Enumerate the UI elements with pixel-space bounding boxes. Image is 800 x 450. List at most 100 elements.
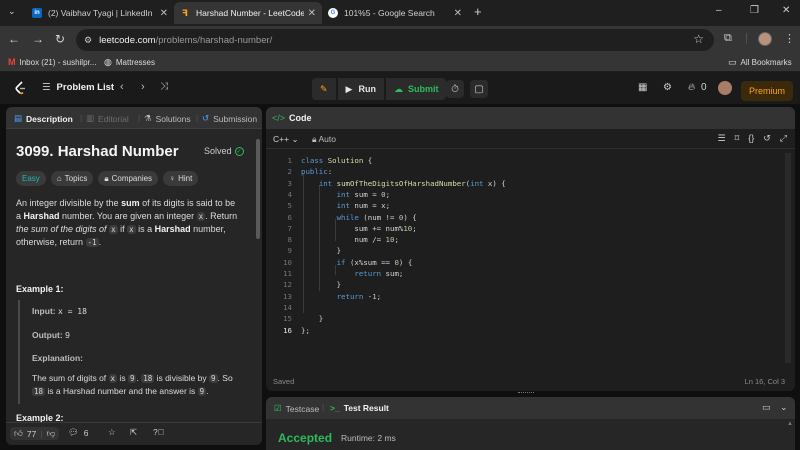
result-scrollbar[interactable]: ▲ xyxy=(787,421,793,449)
layout-icon[interactable]: ▦ xyxy=(638,82,647,93)
braces-icon[interactable]: {} xyxy=(748,133,754,144)
tab-label: Test Result xyxy=(343,403,389,413)
next-problem-icon[interactable]: › xyxy=(141,81,145,93)
tab-testcase[interactable]: ☑ Testcase xyxy=(274,403,319,414)
bookmark-inbox[interactable]: M Inbox (21) - sushilpr... xyxy=(8,57,96,67)
reload-icon[interactable]: ↻ xyxy=(55,32,65,46)
minimize-icon[interactable]: – xyxy=(716,5,722,16)
problem-description: An integer divisible by the sum of its d… xyxy=(16,197,242,249)
forward-icon[interactable]: → xyxy=(32,32,44,46)
collapse-panel-icon[interactable]: ⌄ xyxy=(780,402,788,413)
tab-test-result[interactable]: >_ Test Result xyxy=(330,403,389,413)
tab-divider: | xyxy=(196,113,199,123)
input-label: Input: xyxy=(32,306,56,316)
close-tab-icon[interactable]: ✕ xyxy=(308,8,316,19)
format-icon[interactable]: ☰ xyxy=(718,133,726,144)
help-icon[interactable]: ?⃝ xyxy=(153,427,164,437)
expl-text: is divisible by xyxy=(154,373,210,383)
browser-tab-leetcode[interactable]: ꟻ Harshad Number - LeetCode ✕ xyxy=(174,2,322,24)
new-tab-button[interactable]: + xyxy=(474,4,482,19)
fullscreen-icon[interactable]: ⤢ xyxy=(780,133,787,144)
bookmark-mattresses[interactable]: ◍ Mattresses xyxy=(104,57,155,68)
notes-icon[interactable]: ▢ xyxy=(470,80,488,98)
streak-fire-icon[interactable]: 🔥︎ xyxy=(688,82,695,93)
thumbs-down-icon[interactable]: 👎︎ xyxy=(47,428,56,439)
line-number: 15 xyxy=(283,314,292,324)
folder-icon: ▭ xyxy=(728,57,737,67)
save-status: Saved xyxy=(273,377,295,386)
timer-icon[interactable]: ⏱ xyxy=(446,80,464,98)
solved-status: Solved ✓ xyxy=(204,146,244,156)
leetcode-logo-icon[interactable] xyxy=(14,81,26,95)
premium-button[interactable]: Premium xyxy=(741,81,793,101)
tab-search-icon[interactable]: ⌄ xyxy=(8,6,16,17)
auto-mode[interactable]: 🔒︎ Auto xyxy=(312,134,336,145)
star-icon[interactable]: ☆ xyxy=(108,427,116,438)
extensions-icon[interactable]: ⧉ xyxy=(724,32,732,45)
user-avatar[interactable] xyxy=(718,81,732,95)
submit-label: Submit xyxy=(407,84,439,94)
url-host: leetcode.com xyxy=(99,34,156,46)
companies-button[interactable]: 🔒︎ Companies xyxy=(98,171,159,186)
prev-problem-icon[interactable]: ‹ xyxy=(120,81,124,93)
tab-description[interactable]: ▤ Description xyxy=(14,113,73,124)
maximize-panel-icon[interactable]: ▭ xyxy=(762,402,771,413)
bookmark-icon[interactable]: ⌑ xyxy=(735,133,740,144)
divider: | xyxy=(745,32,748,44)
close-tab-icon[interactable]: ✕ xyxy=(160,8,168,19)
address-bar[interactable]: ⚙ leetcode.com/problems/harshad-number/ … xyxy=(76,29,714,51)
browser-tab-google[interactable]: G 101%5 - Google Search ✕ xyxy=(322,2,468,24)
line-number: 12 xyxy=(283,280,292,290)
hint-button[interactable]: ♀ Hint xyxy=(163,171,199,186)
settings-gear-icon[interactable]: ⚙ xyxy=(663,82,672,93)
description-scrollbar[interactable] xyxy=(256,139,260,239)
comments-button[interactable]: 💬︎ 6 xyxy=(68,427,89,438)
editor-scrollbar[interactable] xyxy=(785,153,791,363)
description-panel: ▤ Description | ▥ Editorial | ⚗ Solution… xyxy=(6,107,262,445)
code-editor[interactable]: 1 class Solution {2 public: 3 int sumOfTheD… xyxy=(266,153,795,373)
globe-icon: ◍ xyxy=(104,57,112,67)
menu-icon[interactable]: ⋮ xyxy=(784,32,795,45)
run-button[interactable]: ▶ Run xyxy=(337,78,384,100)
code-line: } xyxy=(301,246,342,256)
example-output: Output: 9 xyxy=(32,330,70,340)
submit-button[interactable]: ☁ Submit xyxy=(385,78,447,100)
close-tab-icon[interactable]: ✕ xyxy=(454,8,462,19)
like-button[interactable]: 👍︎ 77 | 👎︎ xyxy=(10,427,60,440)
editor-status-bar: Saved Ln 16, Col 3 xyxy=(266,375,795,391)
output-label: Output: xyxy=(32,330,63,340)
problem-title[interactable]: 3099. Harshad Number xyxy=(16,143,179,160)
gmail-icon: M xyxy=(8,57,16,67)
language-select[interactable]: C++ ⌄ xyxy=(273,134,299,145)
problem-list-link[interactable]: ☰ Problem List xyxy=(42,82,114,93)
output-value: 9 xyxy=(65,330,70,340)
line-number: 4 xyxy=(287,189,292,199)
expl-text: The sum of digits of xyxy=(32,373,109,383)
line-number: 2 xyxy=(287,167,292,177)
leetcode-navbar: ☰ Problem List ‹ › ⤨ ✎ ▶ Run ☁ Submit ⏱ … xyxy=(0,72,800,104)
example-1-header: Example 1: xyxy=(16,284,64,294)
bookmark-star-icon[interactable]: ☆ xyxy=(693,32,704,46)
panel-resize-handle[interactable] xyxy=(518,392,534,394)
debug-button[interactable]: ✎ xyxy=(312,78,336,100)
share-icon[interactable]: ⇱ xyxy=(130,427,137,438)
site-info-icon[interactable]: ⚙ xyxy=(84,35,92,46)
browser-tab-linkedin[interactable]: in (2) Vaibhav Tyagi | LinkedIn ✕ xyxy=(26,2,174,24)
reset-icon[interactable]: ↺ xyxy=(763,133,771,144)
close-window-icon[interactable]: ✕ xyxy=(782,5,790,16)
inline-code: 18 xyxy=(141,374,155,383)
tab-editorial[interactable]: | ▥ Editorial xyxy=(80,113,129,124)
left-panel-tabs: ▤ Description | ▥ Editorial | ⚗ Solution… xyxy=(6,107,262,129)
shuffle-icon[interactable]: ⤨ xyxy=(160,81,168,92)
topics-button[interactable]: ⌂ Topics xyxy=(50,171,94,186)
back-icon[interactable]: ← xyxy=(8,32,20,46)
tab-solutions[interactable]: | ⚗ Solutions xyxy=(138,113,191,124)
language-label: C++ xyxy=(273,134,290,144)
all-bookmarks-label: All Bookmarks xyxy=(740,58,792,67)
description-footer: 👍︎ 77 | 👎︎ 💬︎ 6 ☆ ⇱ ?⃝ xyxy=(6,422,262,445)
code-line: class Solution { xyxy=(301,156,373,165)
maximize-icon[interactable]: ❐ xyxy=(750,5,759,16)
all-bookmarks[interactable]: ▭ All Bookmarks xyxy=(728,57,792,68)
profile-avatar[interactable] xyxy=(758,32,772,46)
tab-submissions[interactable]: | ↺ Submission xyxy=(196,113,257,124)
